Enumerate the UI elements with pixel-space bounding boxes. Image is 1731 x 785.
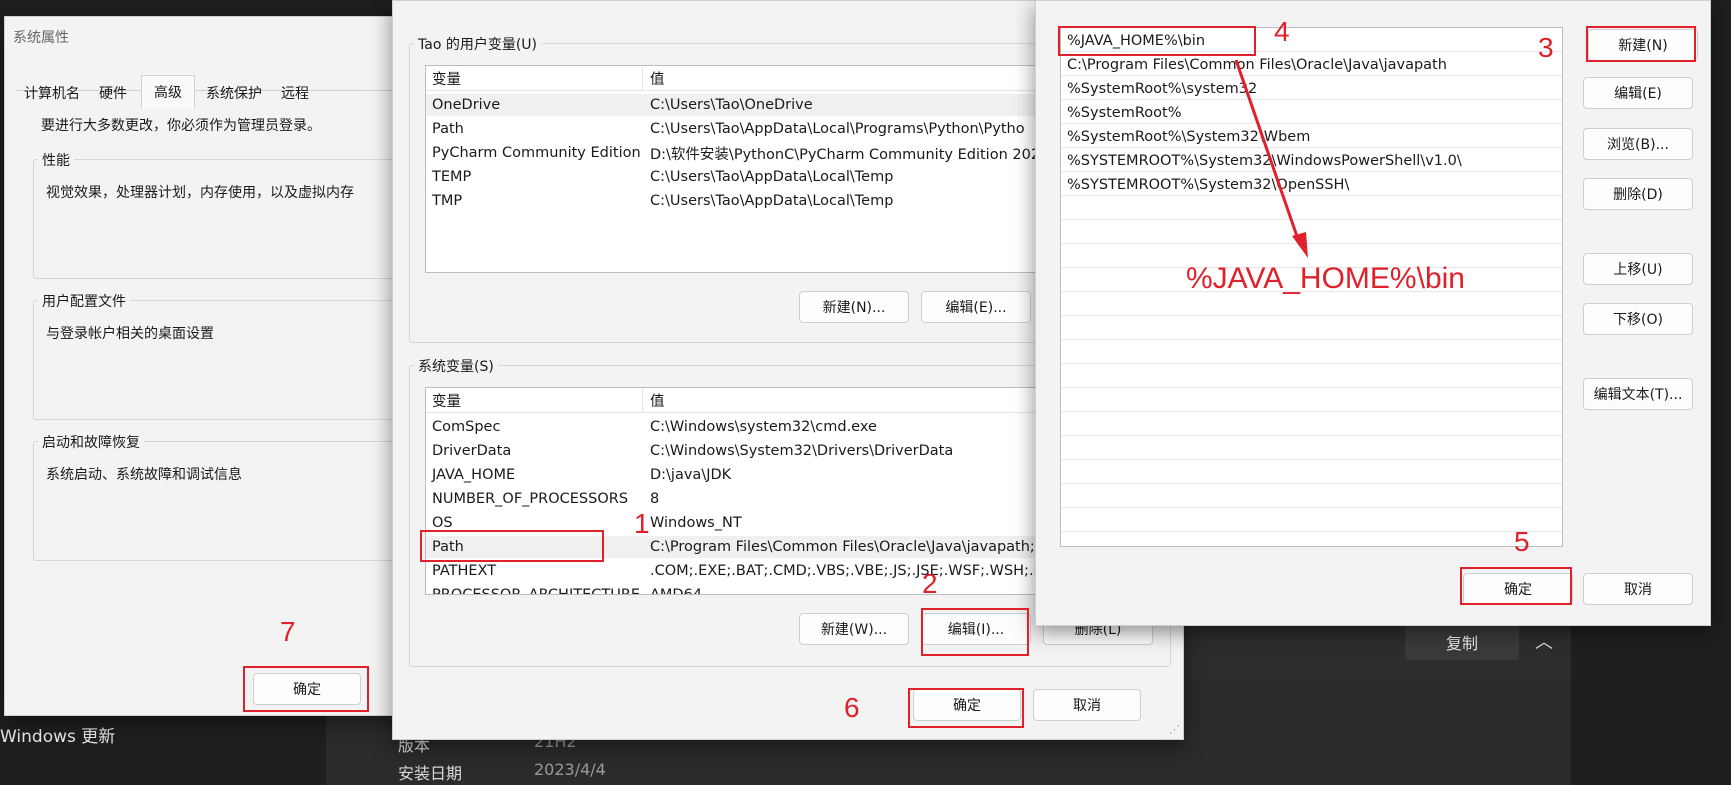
callout-arrow (1234, 59, 1308, 258)
callout-text: %JAVA_HOME%\bin (1186, 262, 1465, 295)
